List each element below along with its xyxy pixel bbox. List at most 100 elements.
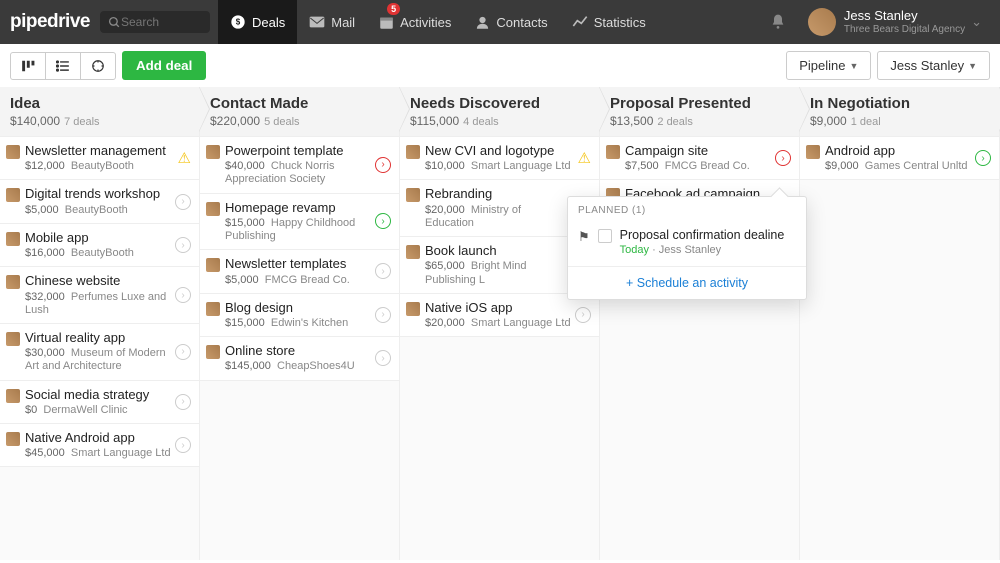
deal-title: Newsletter templates	[225, 256, 371, 272]
next-indicator: ›	[375, 350, 391, 366]
stage-total: $140,000	[10, 114, 60, 128]
stage-column: Needs Discovered$115,0004 dealsNew CVI a…	[400, 87, 600, 560]
stage-header[interactable]: Idea$140,0007 deals	[0, 87, 199, 137]
deal-card[interactable]: Chinese website$32,000 Perfumes Luxe and…	[0, 267, 199, 324]
deal-title: Campaign site	[625, 143, 771, 159]
stage-total: $115,000	[410, 114, 459, 128]
deal-meta: $15,000 Happy Childhood Publishing	[225, 217, 371, 243]
stage-title: Needs Discovered	[410, 95, 589, 112]
deal-card[interactable]: Blog design$15,000 Edwin's Kitchen›	[200, 294, 399, 337]
next-indicator: ›	[375, 307, 391, 323]
deal-owner-avatar	[6, 145, 20, 159]
search-icon	[108, 16, 121, 29]
popover-header: PLANNED (1)	[568, 197, 806, 222]
target-icon	[91, 59, 105, 73]
activity-subline: Today · Jess Stanley	[620, 244, 785, 256]
deal-owner-avatar	[6, 389, 20, 403]
deal-amount: $0	[25, 404, 37, 416]
deal-meta: $20,000 Smart Language Ltd	[425, 317, 571, 330]
stage-cards: Newsletter management$12,000 BeautyBooth…	[0, 137, 199, 560]
notifications-button[interactable]	[756, 13, 800, 31]
deal-title: Native Android app	[25, 430, 171, 446]
nav-mail[interactable]: Mail	[297, 0, 367, 44]
deal-card[interactable]: Mobile app$16,000 BeautyBooth›	[0, 224, 199, 267]
next-indicator: ›	[175, 287, 191, 303]
deal-card[interactable]: Newsletter management$12,000 BeautyBooth…	[0, 137, 199, 180]
deal-meta: $32,000 Perfumes Luxe and Lush	[25, 291, 171, 317]
schedule-activity-link[interactable]: + Schedule an activity	[568, 267, 806, 299]
deal-amount: $145,000	[225, 360, 271, 372]
deal-title: Social media strategy	[25, 387, 171, 403]
stage-header[interactable]: Contact Made$220,0005 deals	[200, 87, 399, 137]
stage-total: $9,000	[810, 114, 847, 128]
chart-icon	[572, 15, 588, 29]
deal-owner-avatar	[406, 188, 420, 202]
deal-meta: $45,000 Smart Language Ltd	[25, 447, 171, 460]
stage-header[interactable]: In Negotiation$9,0001 deal	[800, 87, 999, 137]
next-indicator: ›	[375, 263, 391, 279]
stage-header[interactable]: Proposal Presented $13,5002 deals	[600, 87, 799, 137]
deal-card[interactable]: Native iOS app$20,000 Smart Language Ltd…	[400, 294, 599, 337]
owner-dropdown-label: Jess Stanley	[890, 58, 964, 73]
search-box[interactable]	[100, 11, 210, 33]
pipeline-icon	[21, 59, 35, 73]
deal-card[interactable]: Newsletter templates $5,000 FMCG Bread Co…	[200, 250, 399, 293]
nav-deals[interactable]: $ Deals	[218, 0, 297, 44]
deal-org: CheapShoes4U	[277, 360, 355, 372]
deal-owner-avatar	[406, 245, 420, 259]
activity-popover: PLANNED (1) ⚑ Proposal confirmation deal…	[567, 196, 807, 300]
deal-card[interactable]: Digital trends workshop$5,000 BeautyBoot…	[0, 180, 199, 223]
user-meta: Jess Stanley Three Bears Digital Agency	[844, 9, 965, 34]
planned-activity-row[interactable]: ⚑ Proposal confirmation dealine Today · …	[568, 222, 806, 267]
deal-card[interactable]: Android app$9,000 Games Central Unltd›	[800, 137, 999, 180]
deal-org: FMCG Bread Co.	[265, 274, 350, 286]
deal-meta: $5,000 FMCG Bread Co.	[225, 274, 371, 287]
stage-count: 2 deals	[657, 116, 692, 128]
deal-org: Smart Language Ltd	[471, 160, 571, 172]
deal-card[interactable]: Virtual reality app$30,000 Museum of Mod…	[0, 324, 199, 381]
stage-summary: $220,0005 deals	[210, 114, 389, 128]
stage-summary: $13,5002 deals	[610, 114, 789, 128]
search-input[interactable]	[121, 15, 191, 29]
stage-header[interactable]: Needs Discovered$115,0004 deals	[400, 87, 599, 137]
deal-card[interactable]: Homepage revamp$15,000 Happy Childhood P…	[200, 194, 399, 251]
calendar-icon	[379, 15, 394, 30]
pipeline-view-button[interactable]	[11, 53, 46, 79]
stage-column: Idea$140,0007 dealsNewsletter management…	[0, 87, 200, 560]
stage-summary: $140,0007 deals	[10, 114, 189, 128]
person-icon	[475, 15, 490, 30]
forecast-view-button[interactable]	[81, 53, 115, 79]
view-switch	[10, 52, 116, 80]
nav-activities[interactable]: 5 Activities	[367, 0, 463, 44]
nav-deals-label: Deals	[252, 15, 285, 30]
deal-org: BeautyBooth	[65, 204, 128, 216]
stage-title: Proposal Presented	[610, 95, 789, 112]
deal-card[interactable]: New CVI and logotype$10,000 Smart Langua…	[400, 137, 599, 180]
deal-meta: $0 DermaWell Clinic	[25, 404, 171, 417]
deal-card[interactable]: Powerpoint template$40,000 Chuck Norris …	[200, 137, 399, 194]
deal-meta: $15,000 Edwin's Kitchen	[225, 317, 371, 330]
nav-statistics[interactable]: Statistics	[560, 0, 658, 44]
deal-owner-avatar	[6, 332, 20, 346]
nav-contacts[interactable]: Contacts	[463, 0, 559, 44]
on-track-indicator: ›	[375, 213, 391, 229]
deal-card[interactable]: Native Android app$45,000 Smart Language…	[0, 424, 199, 467]
activity-checkbox[interactable]	[598, 229, 612, 243]
deal-card[interactable]: Online store$145,000 CheapShoes4U›	[200, 337, 399, 380]
stage-cards: Android app$9,000 Games Central Unltd›	[800, 137, 999, 560]
deal-card[interactable]: Campaign site$7,500 FMCG Bread Co.›	[600, 137, 799, 180]
overdue-indicator: ›	[775, 150, 791, 166]
deal-title: Newsletter management	[25, 143, 174, 159]
deal-card[interactable]: Social media strategy$0 DermaWell Clinic…	[0, 381, 199, 424]
next-indicator: ›	[175, 394, 191, 410]
user-menu[interactable]: Jess Stanley Three Bears Digital Agency …	[800, 8, 990, 36]
add-deal-button[interactable]: Add deal	[122, 51, 206, 80]
deal-owner-avatar	[206, 258, 220, 272]
pipeline-dropdown[interactable]: Pipeline ▼	[786, 51, 871, 80]
list-view-button[interactable]	[46, 53, 81, 79]
user-avatar	[808, 8, 836, 36]
deal-owner-avatar	[206, 202, 220, 216]
toolbar: Add deal Pipeline ▼ Jess Stanley ▼	[0, 44, 1000, 87]
owner-dropdown[interactable]: Jess Stanley ▼	[877, 51, 990, 80]
pipeline-board: Idea$140,0007 dealsNewsletter management…	[0, 87, 1000, 560]
